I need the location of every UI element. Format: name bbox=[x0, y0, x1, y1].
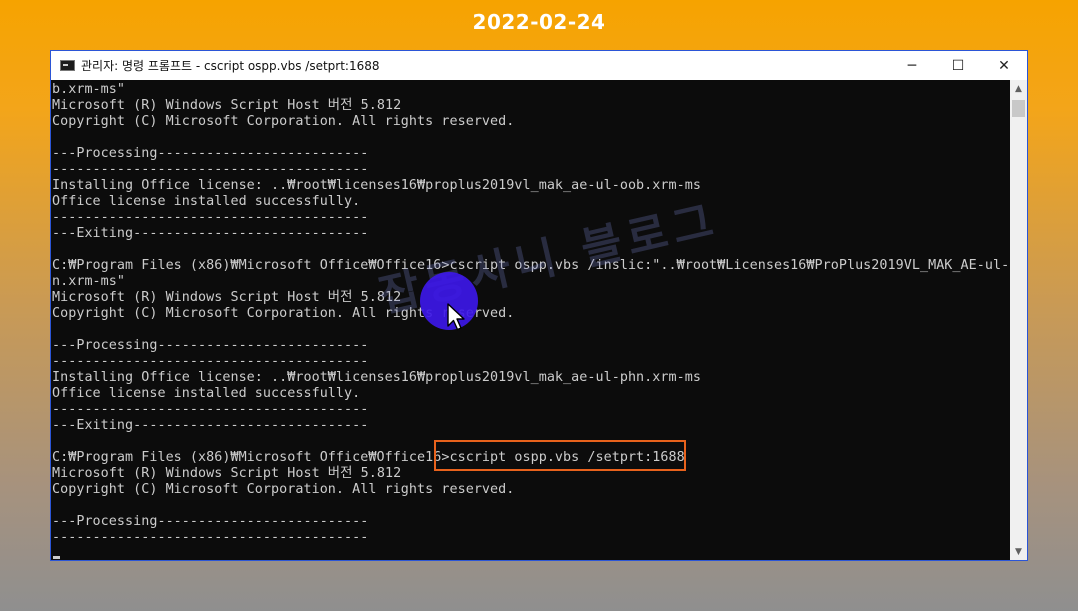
console-line: --------------------------------------- bbox=[52, 530, 369, 545]
vertical-scrollbar[interactable]: ▲ ▼ bbox=[1010, 80, 1027, 560]
console-line: ---Exiting----------------------------- bbox=[52, 226, 369, 241]
scroll-up-icon[interactable]: ▲ bbox=[1010, 80, 1027, 97]
title-bar[interactable]: 관리자: 명령 프롬프트 - cscript ospp.vbs /setprt:… bbox=[51, 51, 1027, 80]
console-line: --------------------------------------- bbox=[52, 402, 369, 417]
command-highlight-box bbox=[434, 440, 686, 471]
console-line: Microsoft (R) Windows Script Host 버전 5.8… bbox=[52, 98, 402, 113]
console-output[interactable]: b.xrm-ms" Microsoft (R) Windows Script Ho… bbox=[51, 80, 1011, 560]
scroll-thumb[interactable] bbox=[1012, 100, 1025, 117]
console-line: Office license installed successfully. bbox=[52, 386, 361, 401]
console-line: ---Processing-------------------------- bbox=[52, 146, 369, 161]
console-line: --------------------------------------- bbox=[52, 210, 369, 225]
text-cursor bbox=[53, 556, 60, 559]
console-line: n.xrm-ms" bbox=[52, 274, 126, 289]
console-line: b.xrm-ms" bbox=[52, 82, 126, 97]
window-controls: ─ ☐ ✕ bbox=[889, 51, 1027, 80]
scroll-down-icon[interactable]: ▼ bbox=[1010, 543, 1027, 560]
cmd-icon bbox=[60, 60, 75, 71]
cmd-window: 관리자: 명령 프롬프트 - cscript ospp.vbs /setprt:… bbox=[50, 50, 1028, 561]
console-line: Installing Office license: ..₩root₩licen… bbox=[52, 178, 701, 193]
date-caption: 2022-02-24 bbox=[472, 10, 606, 34]
console-line: ---Processing-------------------------- bbox=[52, 514, 369, 529]
console-line: Microsoft (R) Windows Script Host 버전 5.8… bbox=[52, 466, 402, 481]
console-line: ---Processing-------------------------- bbox=[52, 338, 369, 353]
window-title: 관리자: 명령 프롬프트 - cscript ospp.vbs /setprt:… bbox=[81, 59, 380, 73]
console-line: Installing Office license: ..₩root₩licen… bbox=[52, 370, 701, 385]
mouse-pointer-icon bbox=[447, 303, 465, 331]
console-line: --------------------------------------- bbox=[52, 354, 369, 369]
minimize-button[interactable]: ─ bbox=[889, 51, 935, 80]
console-line: Office license installed successfully. bbox=[52, 194, 361, 209]
console-line: --------------------------------------- bbox=[52, 162, 369, 177]
maximize-button[interactable]: ☐ bbox=[935, 51, 981, 80]
console-line: Copyright (C) Microsoft Corporation. All… bbox=[52, 482, 515, 497]
console-line: ---Exiting----------------------------- bbox=[52, 418, 369, 433]
console-line: Microsoft (R) Windows Script Host 버전 5.8… bbox=[52, 290, 402, 305]
console-line: Copyright (C) Microsoft Corporation. All… bbox=[52, 114, 515, 129]
close-button[interactable]: ✕ bbox=[981, 51, 1027, 80]
